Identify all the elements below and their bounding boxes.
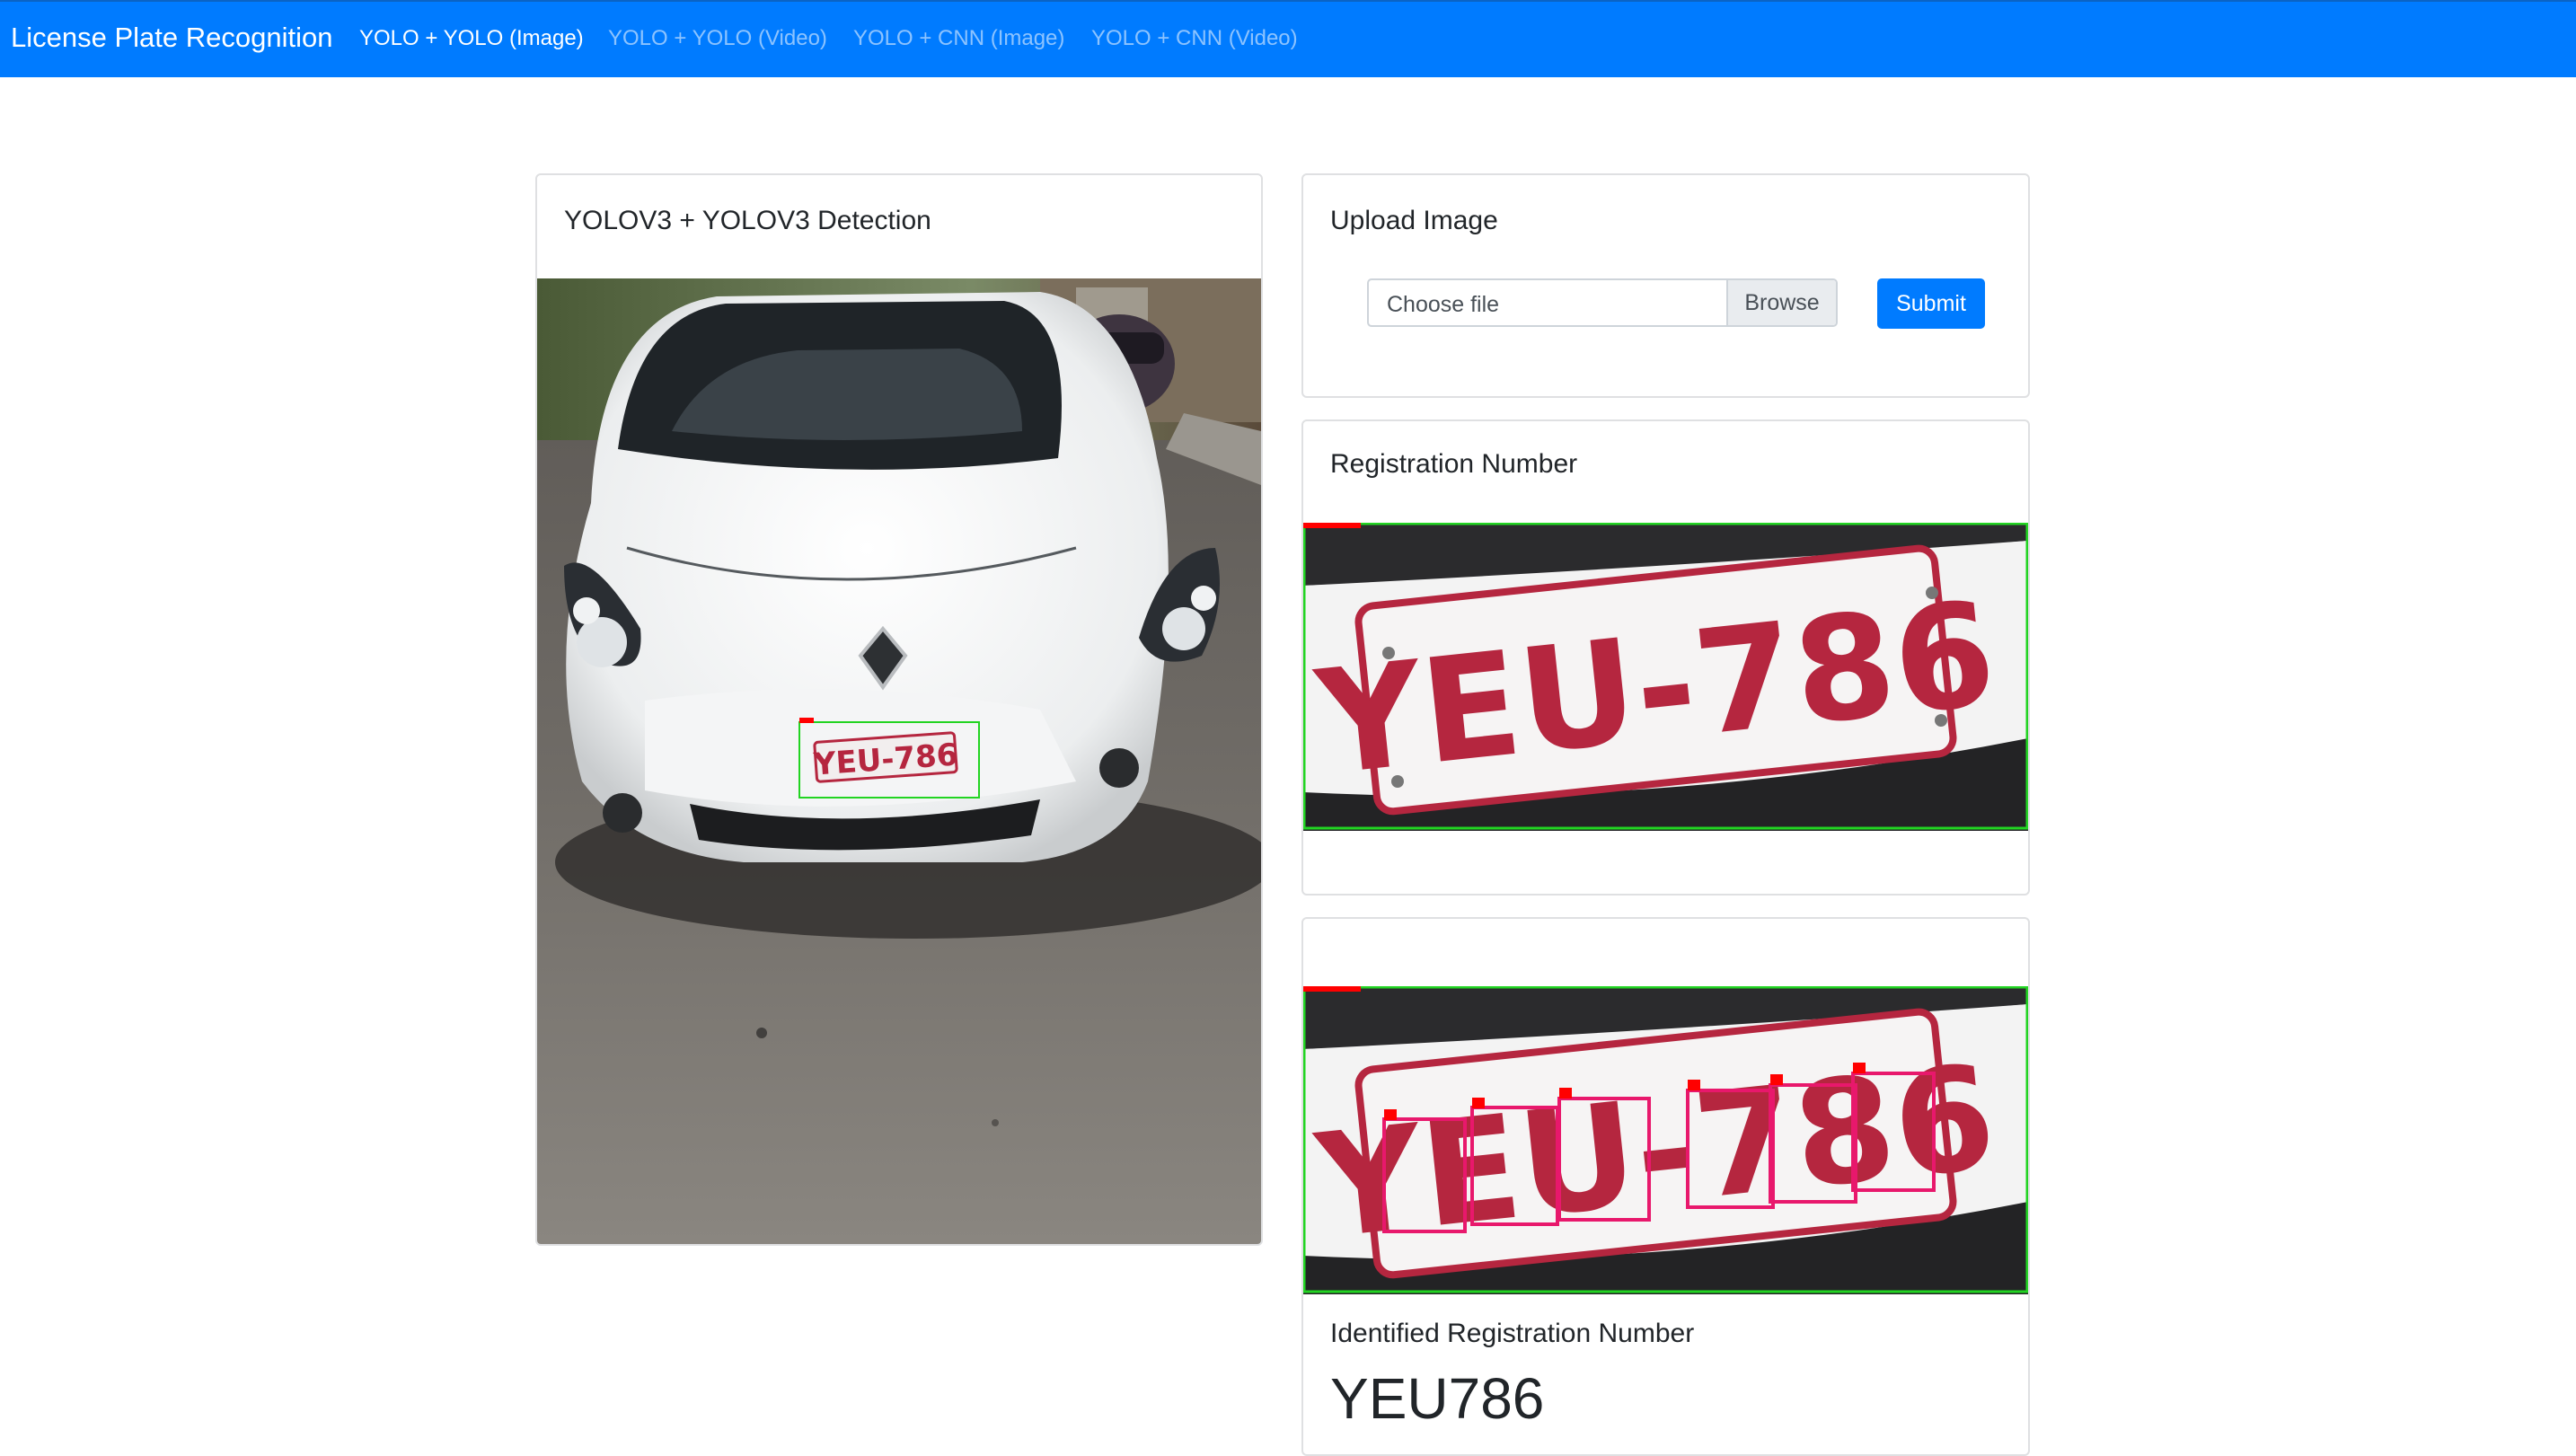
identified-registration-value: YEU786 <box>1330 1366 1545 1431</box>
registration-card-title: Registration Number <box>1330 449 1578 479</box>
character-segmentation-image: YEU-786 <box>1303 986 2028 1294</box>
top-navbar: License Plate Recognition YOLO + YOLO (I… <box>0 0 2576 77</box>
identified-registration-label: Identified Registration Number <box>1330 1319 1695 1348</box>
detection-card-title: YOLOV3 + YOLOV3 Detection <box>564 206 931 235</box>
nav-yolo-yolo-video[interactable]: YOLO + YOLO (Video) <box>608 26 827 51</box>
detection-image: YEU-786 <box>537 278 1261 1244</box>
nav-yolo-yolo-image[interactable]: YOLO + YOLO (Image) <box>359 26 584 51</box>
file-input[interactable]: Choose file Browse <box>1367 278 1838 327</box>
navbar-brand[interactable]: License Plate Recognition <box>11 22 332 54</box>
registration-card: Registration Number YEU-786 <box>1301 419 2030 896</box>
nav-yolo-cnn-video[interactable]: YOLO + CNN (Video) <box>1091 26 1298 51</box>
nav-yolo-cnn-image[interactable]: YOLO + CNN (Image) <box>853 26 1064 51</box>
submit-button[interactable]: Submit <box>1877 278 1985 329</box>
upload-card-title: Upload Image <box>1330 206 1498 235</box>
detection-card: YOLOV3 + YOLOV3 Detection YEU-786 <box>535 173 1263 1246</box>
browse-button[interactable]: Browse <box>1726 280 1836 325</box>
plate-crop-image: YEU-786 <box>1303 523 2028 831</box>
file-input-label: Choose file <box>1387 292 1500 317</box>
